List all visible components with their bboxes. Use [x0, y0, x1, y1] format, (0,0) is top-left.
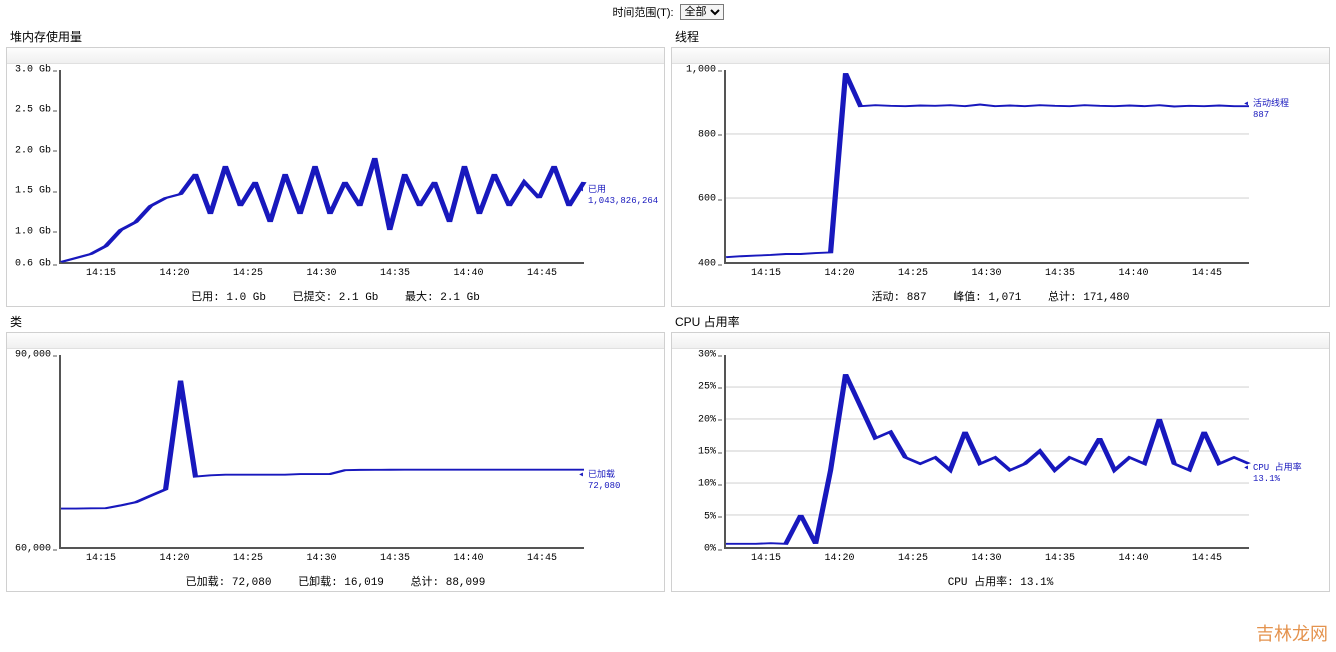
- threads-series-svg: [726, 70, 1249, 262]
- cpu-title: CPU 占用率: [675, 313, 1330, 330]
- cpu-y-axis: 0% 5% 10% 15% 20% 25% 30%: [672, 355, 720, 549]
- threads-x-axis: 14:1514:2014:2514:3014:3514:4014:45: [724, 268, 1249, 282]
- time-range-controls: 时间范围(T): 全部: [0, 0, 1336, 28]
- cpu-series-label: CPU 占用率 13.1%: [1253, 463, 1325, 485]
- heap-series-label: 已用 1,043,826,264: [588, 185, 660, 207]
- heap-chart: 0.6 Gb 1.0 Gb 1.5 Gb 2.0 Gb 2.5 Gb 3.0 G…: [6, 47, 665, 307]
- classes-chart: 60,000 90,000 已加载 72,080 14:1514:2014:25…: [6, 332, 665, 592]
- classes-series-svg: [61, 355, 584, 547]
- threads-summary: 活动: 887 峰值: 1,071 总计: 171,480: [672, 284, 1329, 306]
- threads-series-label: 活动线程 887: [1253, 99, 1325, 121]
- classes-series-label: 已加载 72,080: [588, 470, 660, 492]
- threads-title: 线程: [675, 28, 1330, 45]
- chart-strip: [672, 333, 1329, 349]
- threads-chart: 400 600 800 1,000 活动线程 887 14:1514:2: [671, 47, 1330, 307]
- classes-panel: 类 60,000 90,000 已加载 72,080 14:1514:2014:…: [6, 313, 665, 592]
- heap-summary: 已用: 1.0 Gb 已提交: 2.1 Gb 最大: 2.1 Gb: [7, 284, 664, 306]
- charts-grid: 堆内存使用量 0.6 Gb 1.0 Gb 1.5 Gb 2.0 Gb 2.5 G…: [0, 28, 1336, 598]
- heap-y-axis: 0.6 Gb 1.0 Gb 1.5 Gb 2.0 Gb 2.5 Gb 3.0 G…: [7, 70, 55, 264]
- threads-panel: 线程 400 600 800 1,000 活动线程: [671, 28, 1330, 307]
- heap-x-axis: 14:1514:2014:2514:3014:3514:4014:45: [59, 268, 584, 282]
- time-range-select[interactable]: 全部: [680, 4, 724, 20]
- cpu-series-svg: [726, 355, 1249, 547]
- chart-strip: [7, 333, 664, 349]
- heap-series-svg: [61, 70, 584, 262]
- classes-x-axis: 14:1514:2014:2514:3014:3514:4014:45: [59, 553, 584, 567]
- heap-panel: 堆内存使用量 0.6 Gb 1.0 Gb 1.5 Gb 2.0 Gb 2.5 G…: [6, 28, 665, 307]
- classes-y-axis: 60,000 90,000: [7, 355, 55, 549]
- classes-title: 类: [10, 313, 665, 330]
- cpu-x-axis: 14:1514:2014:2514:3014:3514:4014:45: [724, 553, 1249, 567]
- cpu-chart: 0% 5% 10% 15% 20% 25% 30%: [671, 332, 1330, 592]
- chart-strip: [672, 48, 1329, 64]
- threads-y-axis: 400 600 800 1,000: [672, 70, 720, 264]
- chart-strip: [7, 48, 664, 64]
- classes-summary: 已加载: 72,080 已卸载: 16,019 总计: 88,099: [7, 569, 664, 591]
- time-range-label: 时间范围(T):: [612, 4, 673, 20]
- heap-title: 堆内存使用量: [10, 28, 665, 45]
- cpu-panel: CPU 占用率 0% 5% 10% 15% 20% 25% 30%: [671, 313, 1330, 592]
- watermark: 吉林龙网: [1256, 620, 1328, 646]
- cpu-summary: CPU 占用率: 13.1%: [672, 569, 1329, 591]
